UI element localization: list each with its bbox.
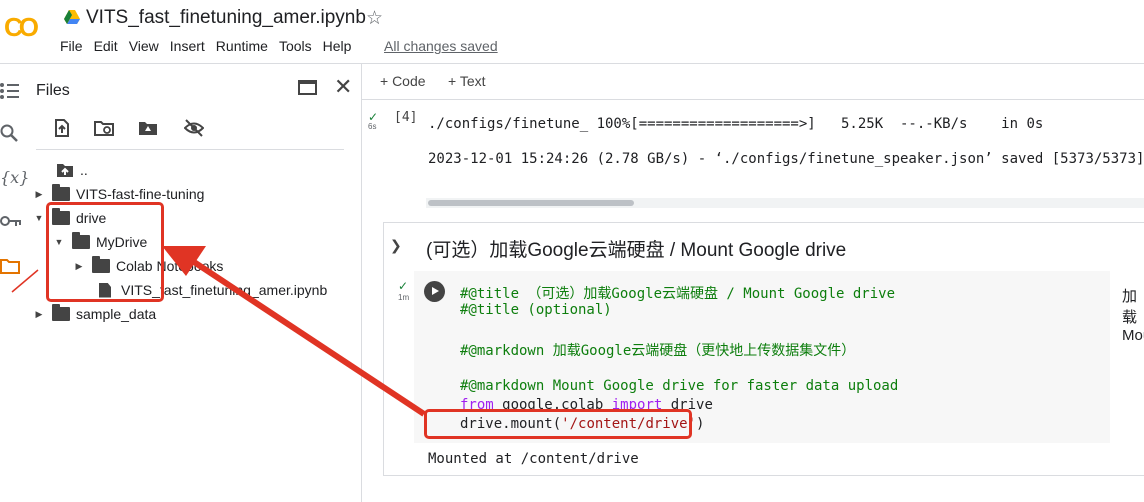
top-bar: CO VITS_fast_finetuning_amer.ipynb ☆ Fil… [0, 0, 1144, 64]
output-line: ./configs/finetune_ 100%[===============… [428, 116, 1044, 132]
output-line: 2023-12-01 15:24:26 (2.78 GB/s) - ‘./con… [428, 151, 1144, 167]
form-preview-text: 加载 [1122, 288, 1138, 326]
files-toolbar [48, 118, 348, 144]
code-line: #@markdown Mount Google drive for faster… [460, 378, 899, 394]
secrets-key-icon[interactable] [0, 214, 22, 228]
colab-logo[interactable]: CO [4, 12, 39, 43]
variables-icon[interactable]: {x} [0, 168, 29, 187]
menu-edit[interactable]: Edit [94, 38, 118, 54]
menu-bar: File Edit View Insert Runtime Tools Help [60, 38, 362, 54]
cell-runtime: 1m [398, 293, 410, 302]
notebook-toolbar: + Code + Text [362, 64, 1144, 100]
annotation-box-mount-call [424, 409, 692, 439]
tree-item-label: sample_data [76, 306, 157, 322]
code-token: ) [696, 416, 705, 432]
divider [36, 149, 344, 150]
menu-runtime[interactable]: Runtime [216, 38, 268, 54]
close-icon[interactable]: ✕ [334, 74, 352, 100]
add-text-button[interactable]: + Text [448, 73, 486, 89]
expand-arrow-icon[interactable]: ▶ [32, 309, 46, 320]
folder-icon [52, 184, 70, 201]
run-cell-button[interactable] [424, 281, 445, 302]
expand-arrow-icon[interactable]: ▶ [32, 189, 46, 200]
add-code-button[interactable]: + Code [380, 73, 426, 89]
section-heading: (可选）加载Google云端硬盘 / Mount Google drive [426, 240, 847, 261]
tree-item-label: VITS-fast-fine-tuning [76, 186, 205, 202]
tree-item-label: .. [80, 162, 88, 178]
code-line: #@title (optional) [460, 302, 612, 318]
google-drive-icon[interactable] [64, 10, 80, 24]
tree-item-sample-data[interactable]: ▶ sample_data [32, 303, 156, 325]
code-line: #@markdown 加载Google云端硬盘（更快地上传数据集文件） [460, 343, 856, 359]
code-cell-output: ✓ 6s [4] ./configs/finetune_ 100%[======… [362, 100, 1144, 216]
upload-file-icon[interactable] [52, 118, 72, 138]
chevron-down-icon[interactable]: ❯ [390, 237, 402, 254]
tree-item-parent[interactable]: .. [56, 159, 88, 181]
refresh-folder-icon[interactable] [94, 118, 114, 138]
cell-output: Mounted at /content/drive [428, 451, 639, 467]
folder-up-icon [57, 164, 73, 177]
menu-file[interactable]: File [60, 38, 83, 54]
left-rail: {x} [0, 64, 29, 502]
save-status-link[interactable]: All changes saved [384, 38, 498, 54]
search-icon[interactable] [0, 124, 22, 144]
hide-hidden-files-icon[interactable] [184, 118, 204, 138]
menu-tools[interactable]: Tools [279, 38, 312, 54]
scrollbar-thumb[interactable] [428, 200, 634, 206]
horizontal-scrollbar[interactable] [426, 198, 1144, 208]
folder-icon [52, 304, 70, 321]
menu-view[interactable]: View [129, 38, 159, 54]
success-check-icon: ✓ [398, 279, 409, 293]
code-line: #@title （可选）加载Google云端硬盘 / Mount Google … [460, 286, 896, 302]
mount-drive-icon[interactable] [138, 118, 158, 138]
execution-count: [4] [394, 110, 418, 125]
logo-text: CO [4, 12, 39, 42]
menu-insert[interactable]: Insert [170, 38, 205, 54]
star-icon[interactable]: ☆ [366, 7, 383, 30]
files-folder-icon[interactable] [0, 258, 22, 274]
maximize-panel-icon[interactable] [298, 80, 317, 95]
table-of-contents-icon[interactable] [0, 82, 22, 100]
cell-runtime: 6s [368, 122, 377, 131]
menu-help[interactable]: Help [323, 38, 352, 54]
collapse-arrow-icon[interactable]: ▼ [32, 213, 46, 223]
annotation-box-drive-folder [46, 202, 164, 302]
notebook-title[interactable]: VITS_fast_finetuning_amer.ipynb [86, 7, 366, 29]
files-panel-title: Files [36, 82, 70, 99]
form-preview-text: Mou [1122, 327, 1144, 344]
